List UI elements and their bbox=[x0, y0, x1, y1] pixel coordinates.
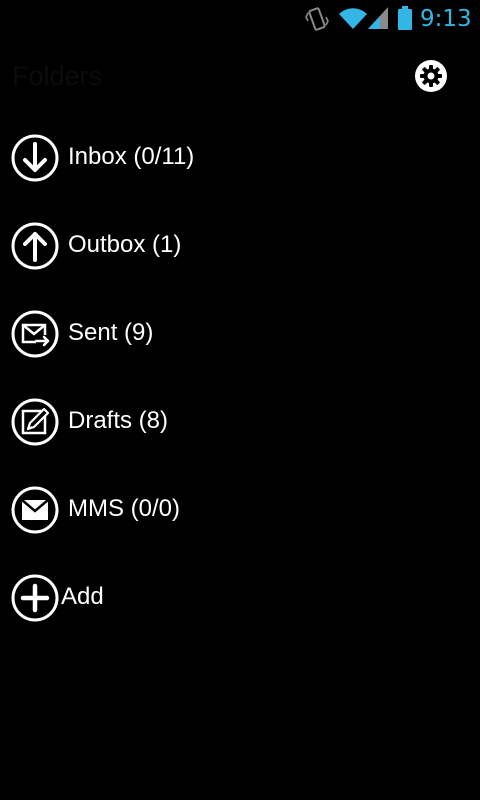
pencil-square-icon bbox=[11, 398, 59, 446]
folder-label-outbox: Outbox (1) bbox=[68, 231, 182, 258]
folder-item-sent[interactable]: Sent (9) bbox=[0, 289, 480, 377]
folder-label-add: Add bbox=[61, 583, 104, 610]
gear-icon bbox=[415, 60, 447, 92]
envelope-arrow-icon bbox=[11, 310, 59, 358]
folder-item-inbox[interactable]: Inbox (0/11) bbox=[0, 113, 480, 201]
folder-list: Inbox (0/11) Outbox (1) Sent (9) Drafts … bbox=[0, 113, 480, 641]
status-bar: 9:13 bbox=[0, 0, 480, 38]
clock-time: 9:13 bbox=[420, 6, 472, 32]
plus-icon bbox=[11, 574, 59, 622]
envelope-icon bbox=[11, 486, 59, 534]
folder-item-add[interactable]: Add bbox=[0, 553, 480, 641]
arrow-up-icon bbox=[11, 222, 59, 270]
page-title: Folders bbox=[12, 61, 103, 91]
folder-item-drafts[interactable]: Drafts (8) bbox=[0, 377, 480, 465]
signal-icon bbox=[368, 7, 388, 29]
arrow-down-icon bbox=[11, 134, 59, 182]
folder-item-outbox[interactable]: Outbox (1) bbox=[0, 201, 480, 289]
folder-label-sent: Sent (9) bbox=[68, 319, 154, 346]
folder-item-mms[interactable]: MMS (0/0) bbox=[0, 465, 480, 553]
folder-label-drafts: Drafts (8) bbox=[68, 407, 169, 434]
folder-label-mms: MMS (0/0) bbox=[68, 495, 181, 522]
vibrate-icon bbox=[305, 7, 329, 31]
folder-label-inbox: Inbox (0/11) bbox=[68, 143, 195, 170]
battery-icon bbox=[398, 6, 412, 30]
wifi-icon bbox=[339, 8, 367, 30]
settings-button[interactable] bbox=[413, 58, 449, 94]
